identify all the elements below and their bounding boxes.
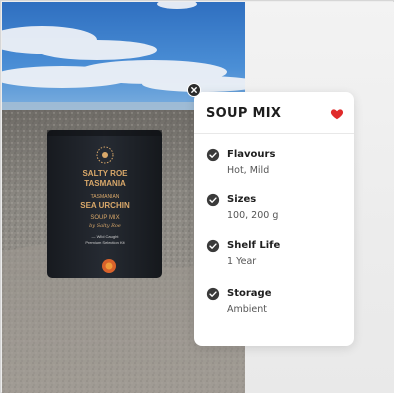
spec-value: Hot, Mild — [227, 165, 270, 176]
spec-value: 1 Year — [227, 256, 257, 267]
card-divider — [194, 133, 354, 134]
jar-note-line1: — Wild Caught — [92, 234, 120, 239]
close-button[interactable] — [187, 83, 201, 97]
product-info-card: SOUP MIX Flavours Hot, Mild Sizes 100, 2… — [194, 92, 354, 346]
check-circle-icon — [206, 148, 220, 162]
card-title: SOUP MIX — [206, 106, 282, 121]
jar-variant-line1: TASMANIAN — [91, 194, 120, 200]
spec-value: 100, 200 g — [227, 210, 279, 221]
jar-tagline: by Salty Roe — [89, 223, 121, 229]
heart-icon[interactable] — [330, 107, 344, 121]
close-icon — [191, 87, 197, 93]
spec-label: Shelf Life — [227, 240, 281, 251]
jar-brand-line1: SALTY ROE — [82, 169, 128, 178]
jar-brand-line2: TASMANIA — [84, 179, 126, 188]
jar-variant-line2: SEA URCHIN — [80, 201, 130, 210]
jar-product-name: SOUP MIX — [90, 215, 119, 221]
jar-note-line2: Premium Selection Kit — [85, 240, 125, 245]
spec-label: Sizes — [227, 194, 257, 205]
check-circle-icon — [206, 239, 220, 253]
spec-value: Ambient — [227, 304, 268, 315]
spec-label: Flavours — [227, 149, 276, 160]
check-circle-icon — [206, 193, 220, 207]
spec-label: Storage — [227, 288, 272, 299]
check-circle-icon — [206, 287, 220, 301]
